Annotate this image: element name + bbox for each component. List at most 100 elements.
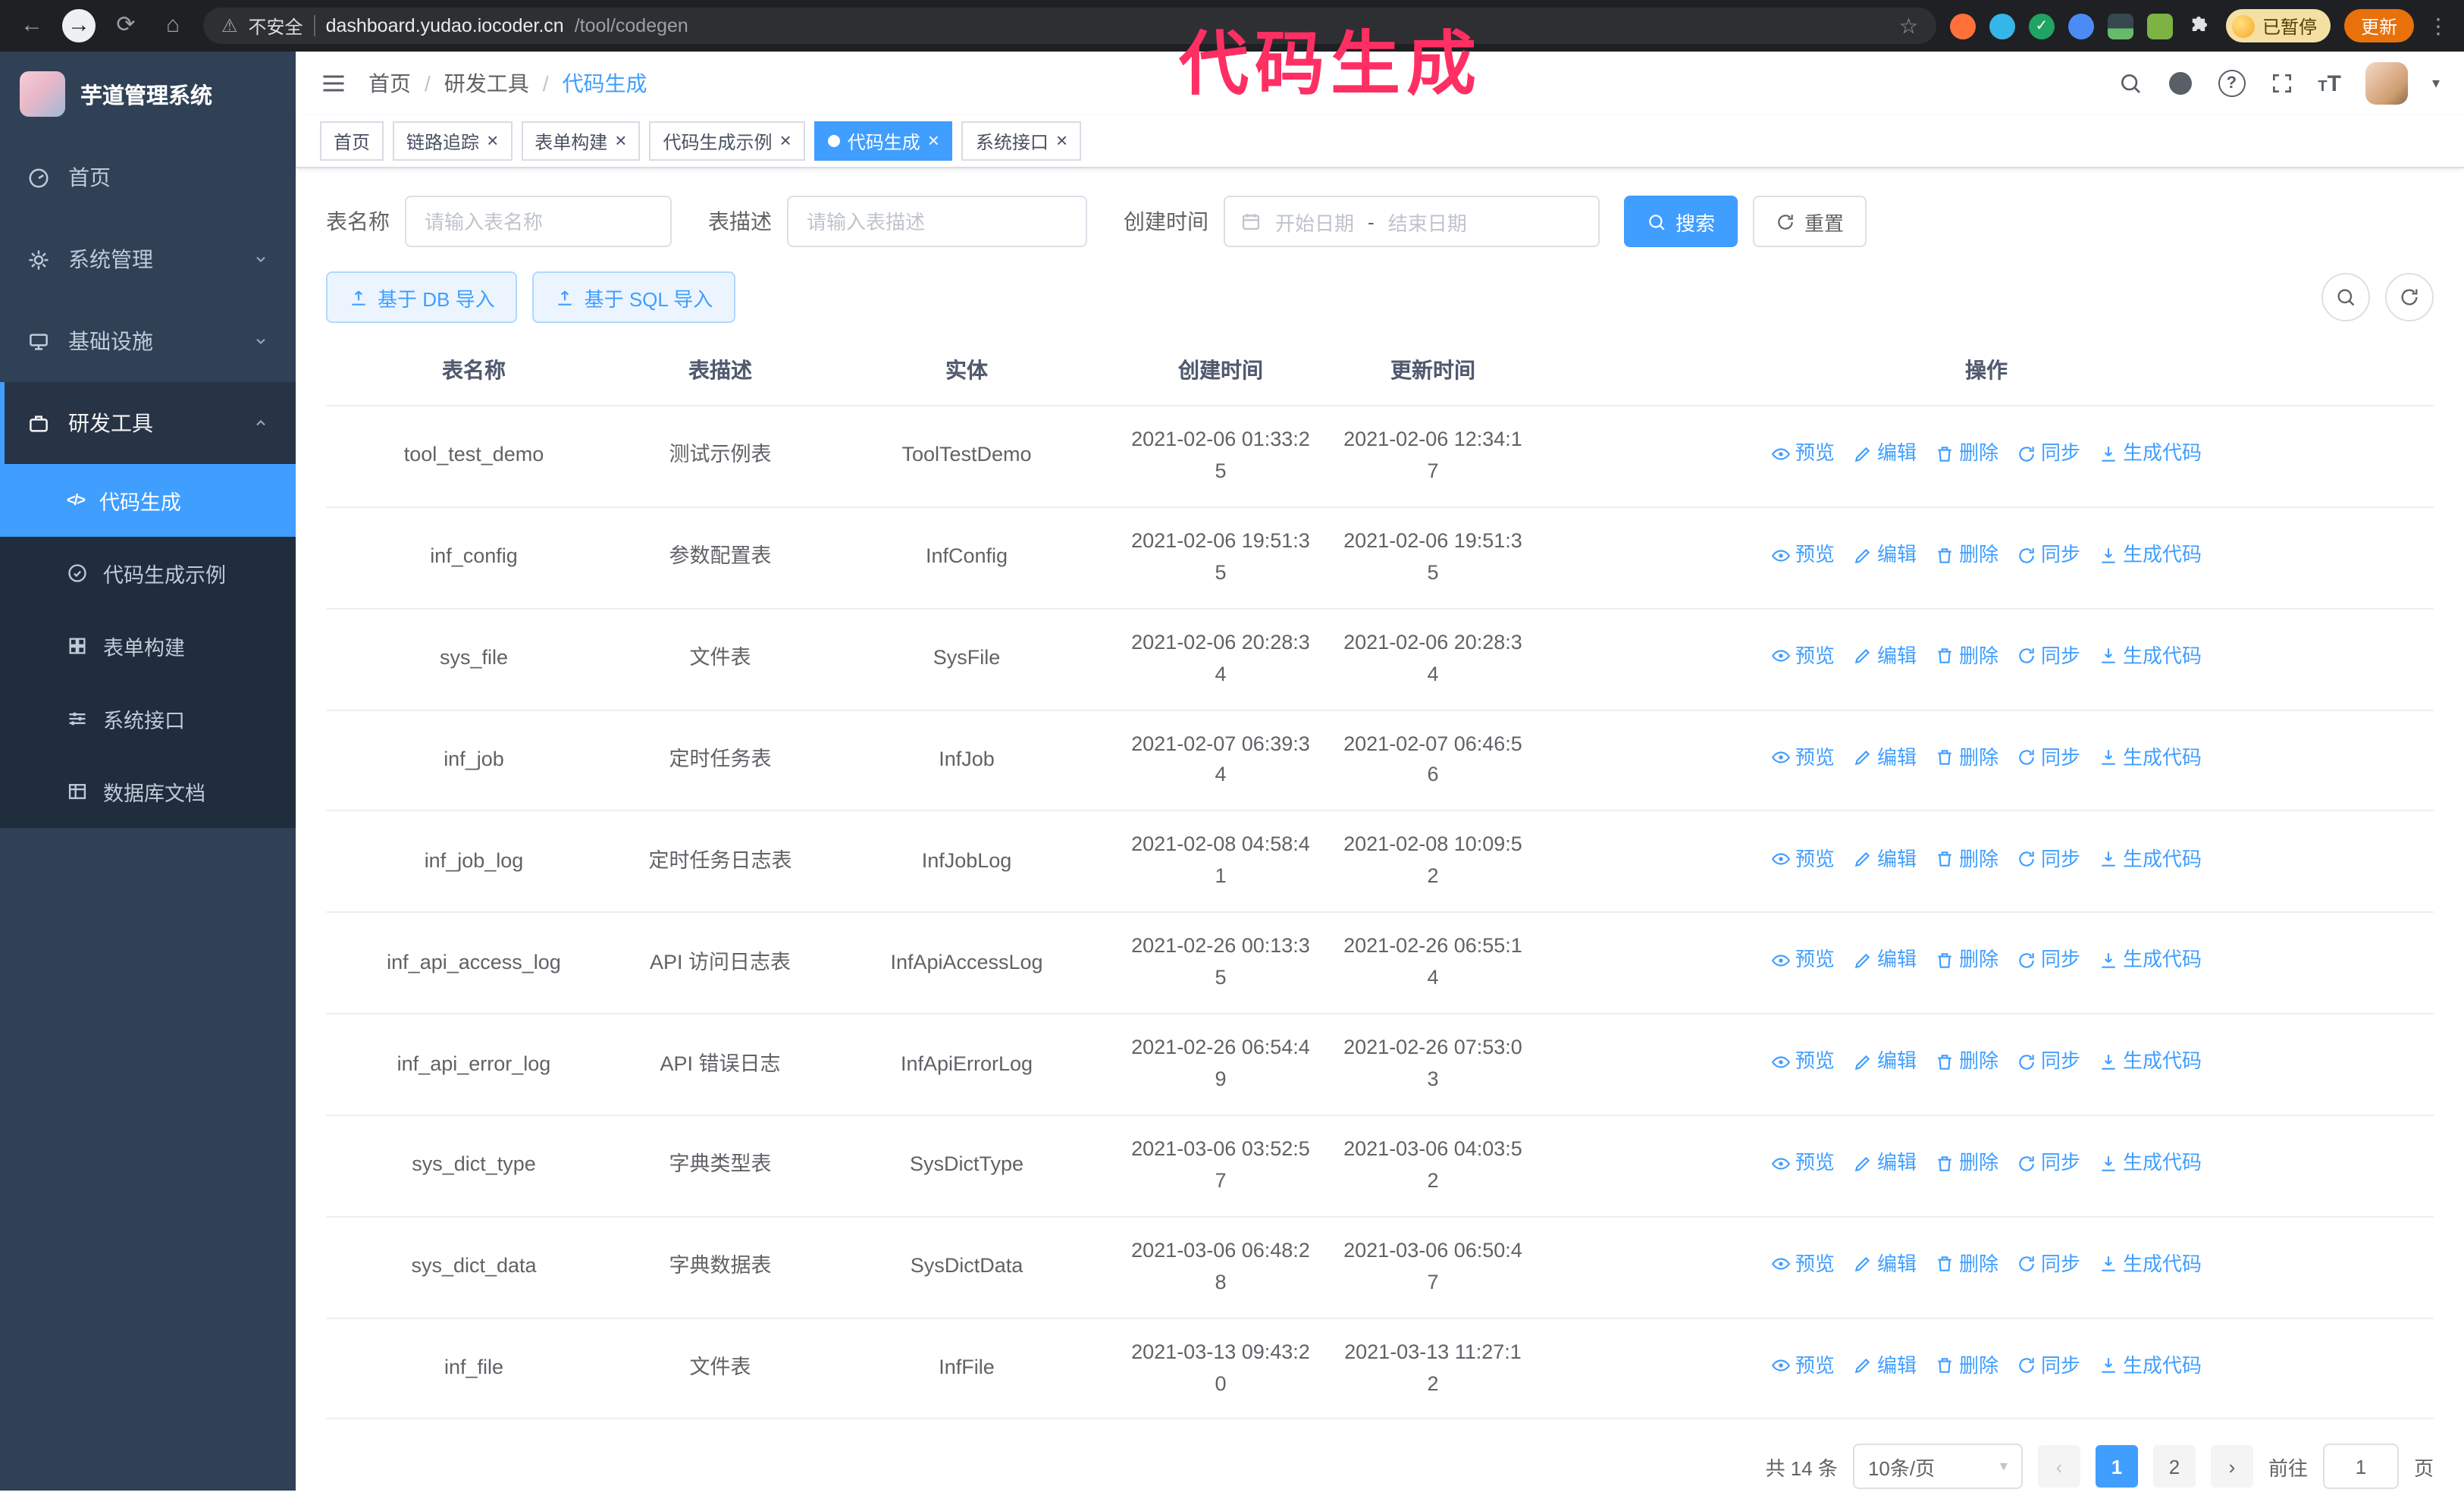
next-page-button[interactable]: › — [2210, 1445, 2253, 1488]
fullscreen-icon[interactable] — [2269, 71, 2293, 96]
sync-link[interactable]: 同步 — [2017, 540, 2080, 570]
page-size-select[interactable]: 10条/页 ▾ — [1852, 1444, 2023, 1490]
generate-code-link[interactable]: 生成代码 — [2099, 1351, 2202, 1381]
delete-link[interactable]: 删除 — [1935, 1046, 1998, 1077]
edit-link[interactable]: 编辑 — [1853, 844, 1917, 874]
home-button[interactable]: ⌂ — [156, 9, 190, 42]
security-label[interactable]: 不安全 — [249, 13, 303, 39]
sidebar-item-system-api[interactable]: 系统接口 — [0, 682, 296, 755]
generate-code-link[interactable]: 生成代码 — [2099, 1046, 2202, 1077]
sync-link[interactable]: 同步 — [2017, 742, 2080, 773]
extensions-puzzle-icon[interactable] — [2187, 13, 2212, 39]
generate-code-link[interactable]: 生成代码 — [2099, 641, 2202, 672]
page-button-1[interactable]: 1 — [2095, 1445, 2138, 1488]
browser-extension-icon[interactable] — [1949, 13, 1976, 39]
generate-code-link[interactable]: 生成代码 — [2099, 438, 2202, 469]
browser-extension-icon[interactable] — [2146, 13, 2173, 39]
goto-page-input[interactable] — [2322, 1444, 2399, 1490]
hamburger-icon[interactable] — [320, 70, 347, 97]
sync-link[interactable]: 同步 — [2017, 844, 2080, 874]
edit-link[interactable]: 编辑 — [1853, 1148, 1917, 1178]
edit-link[interactable]: 编辑 — [1853, 1249, 1917, 1280]
browser-extension-icon[interactable] — [2067, 13, 2094, 39]
user-avatar[interactable] — [2365, 62, 2408, 105]
sidebar-item-db-doc[interactable]: 数据库文档 — [0, 755, 296, 828]
import-sql-button[interactable]: 基于 SQL 导入 — [532, 271, 736, 323]
delete-link[interactable]: 删除 — [1935, 641, 1998, 672]
tag-close-icon[interactable]: × — [487, 130, 498, 150]
preview-link[interactable]: 预览 — [1771, 945, 1835, 976]
sync-link[interactable]: 同步 — [2017, 945, 2080, 976]
sync-link[interactable]: 同步 — [2017, 438, 2080, 469]
generate-code-link[interactable]: 生成代码 — [2099, 1148, 2202, 1178]
preview-link[interactable]: 预览 — [1771, 1249, 1835, 1280]
table-desc-input[interactable] — [787, 196, 1087, 247]
edit-link[interactable]: 编辑 — [1853, 1046, 1917, 1077]
update-button[interactable]: 更新 — [2343, 9, 2414, 42]
preview-link[interactable]: 预览 — [1771, 1351, 1835, 1381]
search-button[interactable]: 搜索 — [1624, 196, 1738, 247]
preview-link[interactable]: 预览 — [1771, 641, 1835, 672]
preview-link[interactable]: 预览 — [1771, 1148, 1835, 1178]
edit-link[interactable]: 编辑 — [1853, 641, 1917, 672]
edit-link[interactable]: 编辑 — [1853, 945, 1917, 976]
help-icon[interactable]: ? — [2218, 70, 2246, 97]
delete-link[interactable]: 删除 — [1935, 1351, 1998, 1381]
sidebar-item-devtools[interactable]: 研发工具 — [0, 382, 296, 464]
preview-link[interactable]: 预览 — [1771, 742, 1835, 773]
preview-link[interactable]: 预览 — [1771, 438, 1835, 469]
sidebar-item-codegen-example[interactable]: 代码生成示例 — [0, 537, 296, 610]
breadcrumb-item[interactable]: 首页 — [368, 68, 411, 99]
tag-close-icon[interactable]: × — [1056, 130, 1067, 150]
edit-link[interactable]: 编辑 — [1853, 438, 1917, 469]
tag-close-icon[interactable]: × — [780, 130, 792, 150]
browser-extension-icon[interactable]: ✓ — [2028, 13, 2055, 39]
edit-link[interactable]: 编辑 — [1853, 1351, 1917, 1381]
delete-link[interactable]: 删除 — [1935, 742, 1998, 773]
tag-close-icon[interactable]: × — [615, 130, 626, 150]
tag-item[interactable]: 系统接口 × — [961, 121, 1082, 161]
delete-link[interactable]: 删除 — [1935, 438, 1998, 469]
preview-link[interactable]: 预览 — [1771, 1046, 1835, 1077]
paused-badge[interactable]: 已暂停 — [2225, 9, 2331, 42]
tag-item[interactable]: 首页 — [320, 121, 384, 161]
logo[interactable]: 芋道管理系统 — [0, 52, 296, 136]
prev-page-button[interactable]: ‹ — [2037, 1445, 2080, 1488]
preview-link[interactable]: 预览 — [1771, 540, 1835, 570]
tag-item[interactable]: 表单构建 × — [521, 121, 641, 161]
date-range-picker[interactable]: 开始日期 - 结束日期 — [1224, 196, 1600, 247]
browser-extension-icon[interactable] — [1989, 13, 2015, 39]
page-button-2[interactable]: 2 — [2152, 1445, 2196, 1488]
browser-extension-icon[interactable] — [2107, 13, 2133, 39]
sidebar-item-system[interactable]: 系统管理 — [0, 218, 296, 300]
delete-link[interactable]: 删除 — [1935, 945, 1998, 976]
toggle-search-button[interactable] — [2321, 273, 2370, 321]
sidebar-item-form-builder[interactable]: 表单构建 — [0, 610, 296, 682]
tag-close-icon[interactable]: × — [928, 130, 939, 150]
reload-button[interactable]: ⟳ — [109, 9, 143, 42]
search-icon[interactable] — [2118, 71, 2142, 96]
tag-item[interactable]: 代码生成 × — [813, 121, 953, 161]
edit-link[interactable]: 编辑 — [1853, 742, 1917, 773]
sync-link[interactable]: 同步 — [2017, 1046, 2080, 1077]
import-db-button[interactable]: 基于 DB 导入 — [326, 271, 518, 323]
sidebar-item-infra[interactable]: 基础设施 — [0, 300, 296, 382]
tag-item[interactable]: 链路追踪 × — [393, 121, 513, 161]
sync-link[interactable]: 同步 — [2017, 1351, 2080, 1381]
browser-menu-icon[interactable]: ⋮ — [2428, 13, 2449, 39]
sidebar-item-codegen[interactable]: </> 代码生成 — [0, 464, 296, 537]
sync-link[interactable]: 同步 — [2017, 641, 2080, 672]
generate-code-link[interactable]: 生成代码 — [2099, 742, 2202, 773]
reset-button[interactable]: 重置 — [1753, 196, 1867, 247]
generate-code-link[interactable]: 生成代码 — [2099, 540, 2202, 570]
github-icon[interactable] — [2166, 70, 2193, 97]
tag-item[interactable]: 代码生成示例 × — [649, 121, 805, 161]
refresh-table-button[interactable] — [2385, 273, 2434, 321]
edit-link[interactable]: 编辑 — [1853, 540, 1917, 570]
delete-link[interactable]: 删除 — [1935, 1148, 1998, 1178]
delete-link[interactable]: 删除 — [1935, 1249, 1998, 1280]
back-button[interactable]: ← — [15, 9, 49, 42]
delete-link[interactable]: 删除 — [1935, 540, 1998, 570]
address-bar[interactable]: ⚠ 不安全 dashboard.yudao.iocoder.cn/tool/co… — [203, 8, 1936, 44]
sync-link[interactable]: 同步 — [2017, 1148, 2080, 1178]
